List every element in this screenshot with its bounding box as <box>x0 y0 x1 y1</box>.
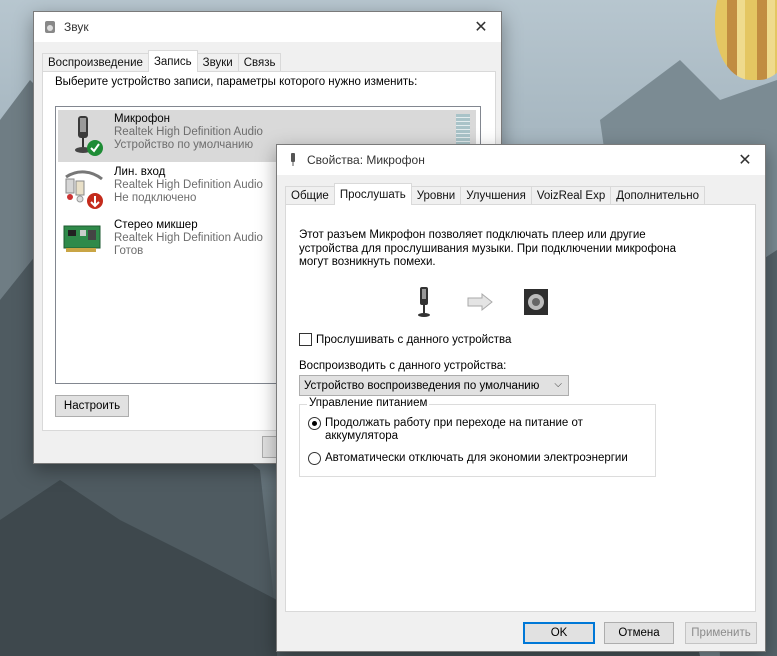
tab-levels[interactable]: Уровни <box>410 186 462 205</box>
sound-titlebar[interactable]: Звук ✕ <box>34 12 501 42</box>
configure-button[interactable]: Настроить <box>55 395 129 417</box>
mic-to-speaker-illustration <box>416 285 556 319</box>
close-icon[interactable]: ✕ <box>725 145 765 175</box>
device-status: Готов <box>114 245 144 257</box>
playback-device-label: Воспроизводить с данного устройства: <box>299 360 507 372</box>
tab-general[interactable]: Общие <box>285 186 335 205</box>
sound-window-title: Звук <box>64 20 89 34</box>
cancel-button[interactable]: Отмена <box>604 622 674 644</box>
power-management-group: Управление питанием Продолжать работу пр… <box>299 397 656 477</box>
props-window-title: Свойства: Микрофон <box>307 153 425 167</box>
tab-voizreal-exp[interactable]: VoizReal Exp <box>530 186 612 205</box>
listen-checkbox-row[interactable]: Прослушивать с данного устройства <box>299 333 511 346</box>
device-name: Микрофон <box>114 113 171 125</box>
props-titlebar[interactable]: Свойства: Микрофон ✕ <box>277 145 765 175</box>
device-driver: Realtek High Definition Audio <box>114 126 263 138</box>
tab-enhancements[interactable]: Улучшения <box>460 186 532 205</box>
device-status: Не подключено <box>114 192 197 204</box>
sound-tabs: Воспроизведение Запись Звуки Связь <box>34 50 282 72</box>
listen-panel: Этот разъем Микрофон позволяет подключат… <box>285 204 756 612</box>
device-name: Стерео микшер <box>114 219 198 231</box>
microphone-icon <box>58 110 114 162</box>
arrow-right-icon <box>467 292 493 312</box>
power-management-legend: Управление питанием <box>307 397 430 409</box>
playback-device-value: Устройство воспроизведения по умолчанию <box>304 379 540 392</box>
radio-label[interactable]: Продолжать работу при переходе на питани… <box>325 417 615 443</box>
microphone-icon <box>285 152 301 168</box>
listen-description: Этот разъем Микрофон позволяет подключат… <box>299 229 677 268</box>
microphone-icon <box>418 287 430 317</box>
tab-advanced[interactable]: Дополнительно <box>610 186 706 205</box>
tab-listen[interactable]: Прослушать <box>333 183 412 205</box>
radio-continue-on-battery[interactable]: Продолжать работу при переходе на питани… <box>308 417 615 443</box>
props-tabs: Общие Прослушать Уровни Улучшения VoizRe… <box>277 183 706 205</box>
line-in-icon <box>58 163 114 215</box>
microphone-properties-window: Свойства: Микрофон ✕ Общие Прослушать Ур… <box>276 144 766 652</box>
playback-device-select[interactable]: Устройство воспроизведения по умолчанию … <box>299 375 569 396</box>
device-status: Устройство по умолчанию <box>114 139 254 151</box>
listen-checkbox[interactable] <box>299 333 312 346</box>
radio-button-selected[interactable] <box>308 417 321 430</box>
listen-checkbox-label[interactable]: Прослушивать с данного устройства <box>316 334 511 346</box>
chevron-down-icon: ⌵ <box>554 379 562 390</box>
speaker-icon <box>524 289 548 315</box>
instruction-text: Выберите устройство записи, параметры ко… <box>55 76 418 88</box>
device-driver: Realtek High Definition Audio <box>114 179 263 191</box>
tab-playback[interactable]: Воспроизведение <box>42 53 149 72</box>
radio-label[interactable]: Автоматически отключать для экономии эле… <box>325 452 628 465</box>
radio-button[interactable] <box>308 452 321 465</box>
device-name: Лин. вход <box>114 166 166 178</box>
radio-auto-disable[interactable]: Автоматически отключать для экономии эле… <box>308 452 628 465</box>
tab-sounds[interactable]: Звуки <box>196 53 239 72</box>
speaker-icon <box>42 19 58 35</box>
sound-card-icon <box>58 216 114 268</box>
device-driver: Realtek High Definition Audio <box>114 232 263 244</box>
close-icon[interactable]: ✕ <box>461 12 501 42</box>
tab-recording[interactable]: Запись <box>147 50 198 72</box>
tab-communications[interactable]: Связь <box>237 53 282 72</box>
apply-button[interactable]: Применить <box>685 622 757 644</box>
ok-button[interactable]: OK <box>523 622 595 644</box>
